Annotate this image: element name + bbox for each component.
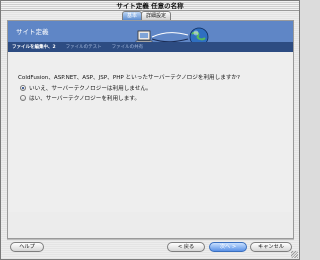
cancel-button[interactable]: キャンセル	[250, 242, 292, 252]
option-label: はい、サーバーテクノロジーを利用します。	[29, 96, 140, 102]
option-no-server-tech[interactable]: いいえ、サーバーテクノロジーは利用しません。	[20, 84, 152, 92]
footer-divider	[7, 239, 294, 240]
option-label: いいえ、サーバーテクノロジーは利用しません。	[29, 86, 152, 92]
wizard-title: サイト定義	[16, 28, 49, 36]
step-editing-files: ファイルを編集中、2	[12, 45, 56, 50]
step-testing-files: ファイルのテスト	[65, 45, 102, 50]
window-title: サイト定義 任意の名称	[1, 1, 299, 11]
help-button[interactable]: ヘルプ	[10, 242, 44, 252]
radio-button[interactable]	[20, 85, 26, 91]
wizard-steps: ファイルを編集中、2 ファイルのテスト ファイルの共有	[8, 42, 293, 52]
radio-button[interactable]	[20, 95, 26, 101]
tab-bar: 基本 詳細設定	[122, 11, 172, 20]
wizard-content: ColdFusion、ASP.NET、ASP、JSP、PHP といったサーバーテ…	[8, 52, 293, 212]
next-button[interactable]: 次へ >	[209, 242, 247, 252]
tab-advanced[interactable]: 詳細設定	[141, 11, 172, 20]
option-use-server-tech[interactable]: はい、サーバーテクノロジーを利用します。	[20, 94, 140, 102]
server-technology-question: ColdFusion、ASP.NET、ASP、JSP、PHP といったサーバーテ…	[18, 75, 240, 81]
site-definition-window: サイト定義 任意の名称 基本 詳細設定 サイト定義 ファイルを編集中、2 ファイ…	[0, 0, 300, 260]
back-button[interactable]: < 戻る	[167, 242, 205, 252]
wizard-panel: サイト定義 ファイルを編集中、2 ファイルのテスト ファイルの共有 ColdFu…	[7, 20, 294, 239]
connection-line-icon	[151, 32, 189, 43]
step-sharing-files: ファイルの共有	[111, 45, 144, 50]
tab-basic[interactable]: 基本	[122, 11, 143, 20]
resize-grip-icon[interactable]	[291, 251, 298, 258]
